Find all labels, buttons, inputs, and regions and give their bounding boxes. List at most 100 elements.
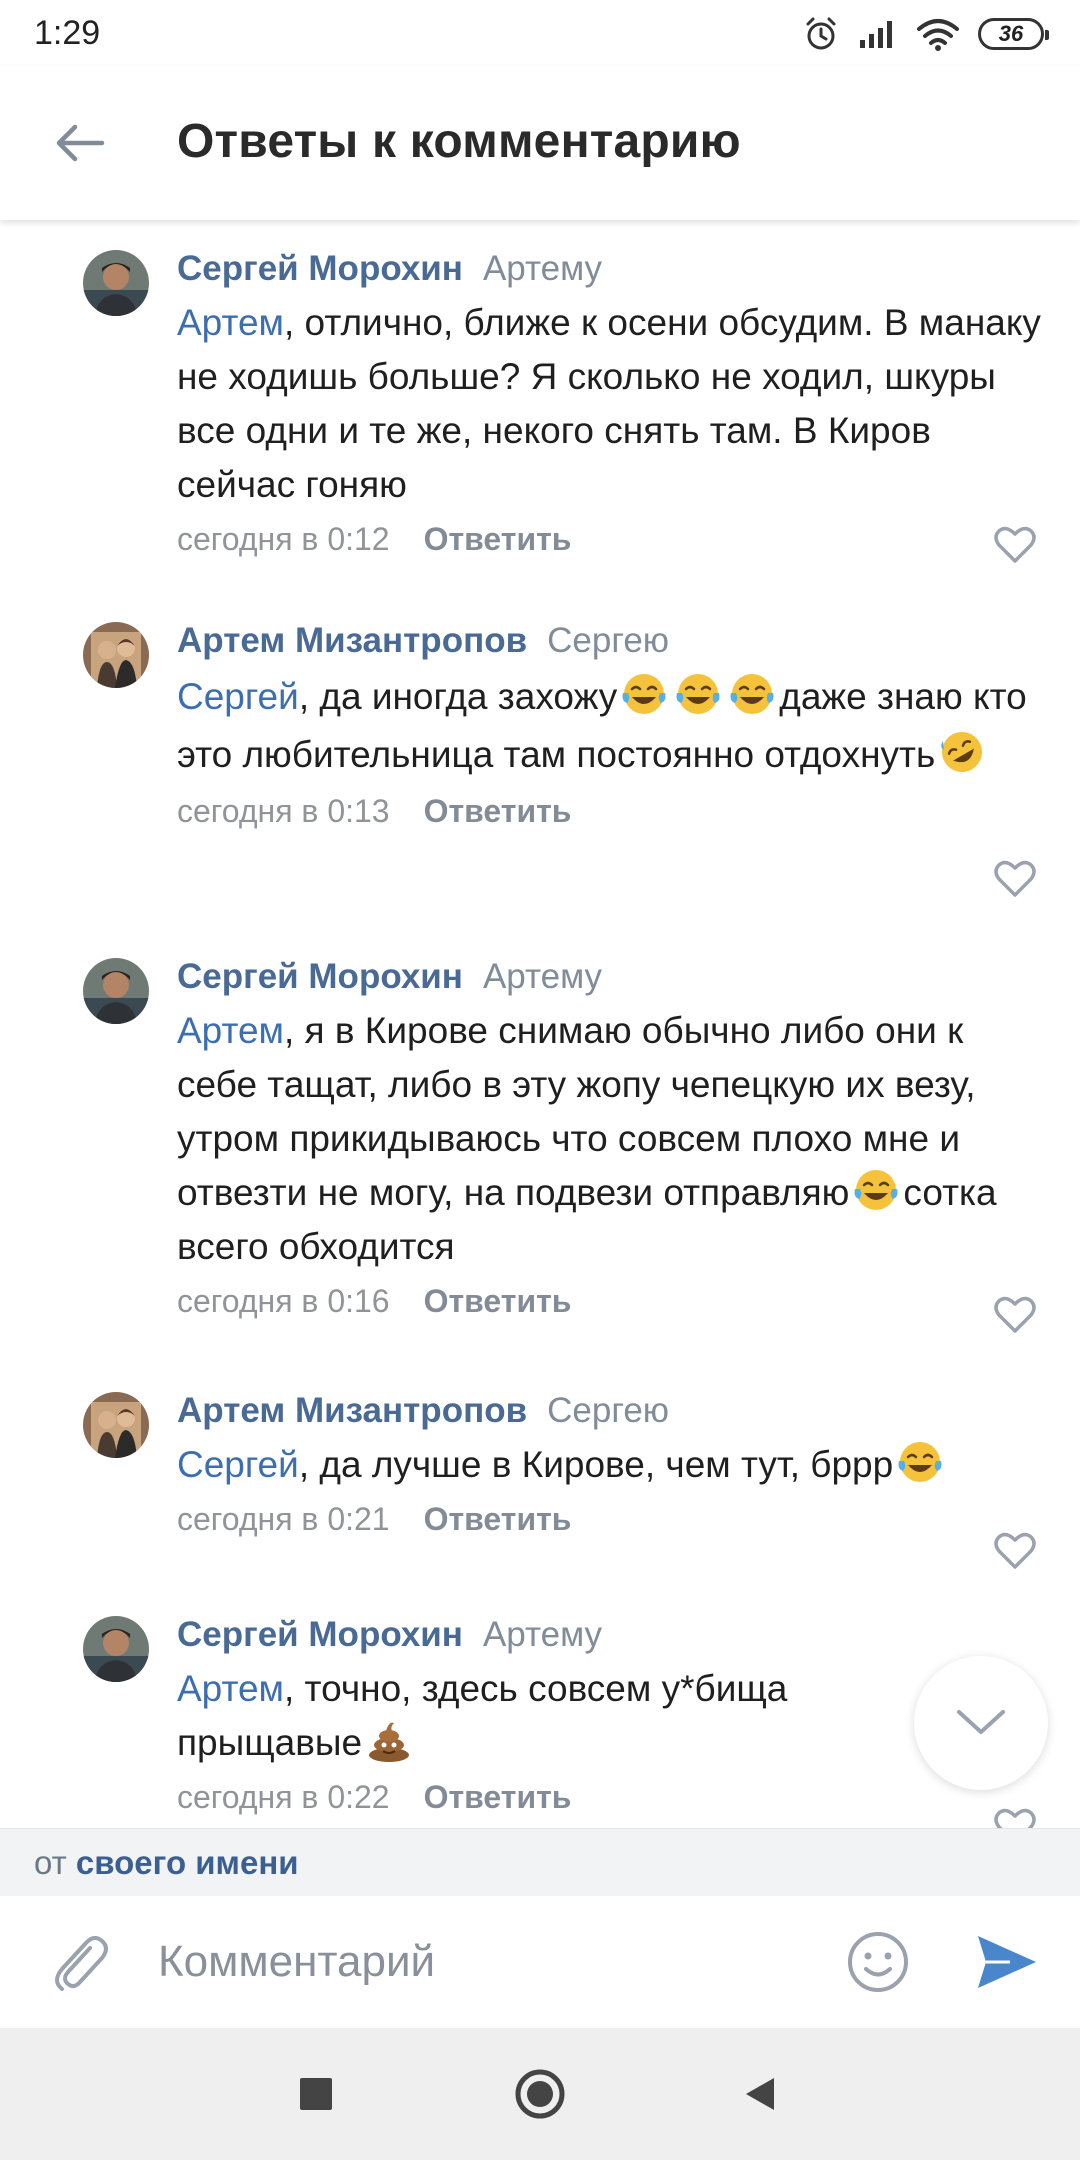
reply-to-name[interactable]: Артему <box>483 1615 602 1654</box>
comment-composer <box>0 1896 1080 2028</box>
tears-of-joy-emoji <box>730 674 774 714</box>
heart-icon[interactable] <box>994 860 1036 898</box>
reply-button[interactable]: Ответить <box>424 1283 572 1319</box>
wifi-icon <box>917 19 959 51</box>
mention-link[interactable]: Сергей <box>177 676 299 717</box>
comment-item: Артем Мизантропов Сергею Сергей, да иногд… <box>0 592 1080 914</box>
tears-of-joy-emoji <box>898 1442 942 1482</box>
post-as-bar: от своего имени <box>0 1828 1080 1896</box>
comment-author[interactable]: Сергей Морохин <box>177 249 463 288</box>
avatar[interactable] <box>83 622 149 688</box>
rolling-laughing-emoji <box>941 732 983 772</box>
reply-button[interactable]: Ответить <box>424 1501 572 1537</box>
heart-icon[interactable] <box>994 1296 1036 1334</box>
back-nav-button[interactable] <box>730 2064 790 2124</box>
comment-body: Артем Мизантропов Сергею Сергей, да лучше… <box>177 1386 1047 1544</box>
comment-meta: сегодня в 0:13 Ответить <box>177 786 1047 836</box>
comment-text: Артем, отлично, ближе к осени обсудим. В… <box>177 296 1047 512</box>
comment-header: Артем Мизантропов Сергею <box>177 616 1047 666</box>
comment-text: Артем, я в Кирове снимаю обычно либо они… <box>177 1004 1047 1274</box>
reply-to-name[interactable]: Артему <box>483 249 602 288</box>
comment-text-part: , да лучше в Кирове, чем тут, бррр <box>298 1444 894 1485</box>
comment-meta: сегодня в 0:21 Ответить <box>177 1494 1047 1544</box>
comment-body: Сергей Морохин Артему Артем, отлично, бли… <box>177 244 1047 564</box>
home-button[interactable] <box>510 2064 570 2124</box>
poop-emoji <box>369 1722 410 1762</box>
mention-link[interactable]: Артем <box>177 1010 284 1051</box>
comment-input[interactable] <box>158 1926 798 1998</box>
reply-button[interactable]: Ответить <box>424 521 572 557</box>
comment-meta: сегодня в 0:12 Ответить <box>177 514 1047 564</box>
avatar-sergey-image <box>83 1616 149 1682</box>
comment-header: Сергей Морохин Артему <box>177 1610 1047 1660</box>
comment-body: Артем Мизантропов Сергею Сергей, да иногд… <box>177 616 1047 836</box>
comment-author[interactable]: Сергей Морохин <box>177 1615 463 1654</box>
comment-author[interactable]: Артем Мизантропов <box>177 1391 527 1430</box>
smiley-icon[interactable] <box>842 1926 914 1998</box>
page-title: Ответы к комментарию <box>177 115 741 168</box>
comment-text: Сергей, да иногда захожу даже знаю кто эт… <box>177 668 1047 784</box>
comment-header: Артем Мизантропов Сергею <box>177 1386 1047 1436</box>
mention-link[interactable]: Сергей <box>177 1444 299 1485</box>
avatar[interactable] <box>83 250 149 316</box>
home-circle-icon <box>515 2069 565 2119</box>
tears-of-joy-emoji <box>676 674 720 714</box>
avatar-sergey-image <box>83 958 149 1024</box>
comment-timestamp: сегодня в 0:13 <box>177 793 390 829</box>
arrow-left-icon <box>56 124 105 162</box>
comment-text: Сергей, да лучше в Кирове, чем тут, бррр <box>177 1438 1047 1492</box>
back-button[interactable] <box>46 110 112 176</box>
system-nav-bar <box>0 2028 1080 2160</box>
heart-icon[interactable] <box>994 1808 1036 1828</box>
reply-to-name[interactable]: Сергею <box>547 1391 669 1430</box>
reply-button[interactable]: Ответить <box>424 793 572 829</box>
comment-author[interactable]: Сергей Морохин <box>177 957 463 996</box>
comment-header: Сергей Морохин Артему <box>177 952 1047 1002</box>
comment-item: Сергей Морохин Артему Артем, отлично, бли… <box>0 220 1080 578</box>
square-icon <box>300 2078 332 2110</box>
status-icons: 36 <box>802 14 1049 54</box>
comment-author[interactable]: Артем Мизантропов <box>177 621 527 660</box>
post-as-prefix: от <box>34 1844 67 1881</box>
comment-meta: сегодня в 0:22 Ответить <box>177 1772 1047 1822</box>
reply-to-name[interactable]: Сергею <box>547 621 669 660</box>
avatar[interactable] <box>83 958 149 1024</box>
tears-of-joy-emoji <box>622 674 666 714</box>
heart-icon[interactable] <box>994 1532 1036 1570</box>
avatar-artem-image <box>83 1392 149 1458</box>
comment-timestamp: сегодня в 0:12 <box>177 521 390 557</box>
triangle-back-icon <box>746 2078 774 2110</box>
mention-link[interactable]: Артем <box>177 1668 284 1709</box>
battery-indicator: 36 <box>978 18 1049 50</box>
alarm-icon <box>806 17 836 50</box>
comment-item: Артем Мизантропов Сергею Сергей, да лучше… <box>0 1362 1080 1572</box>
avatar[interactable] <box>83 1392 149 1458</box>
comment-text-part: , отлично, ближе к осени обсудим. В мана… <box>177 302 1041 505</box>
comment-text-part: , да иногда захожу <box>298 676 618 717</box>
send-icon[interactable] <box>970 1926 1042 1998</box>
reply-to-name[interactable]: Артему <box>483 957 602 996</box>
comment-text: Артем, точно, здесь совсем у*бища прыщав… <box>177 1662 877 1770</box>
avatar[interactable] <box>83 1616 149 1682</box>
avatar-artem-image <box>83 622 149 688</box>
comments-list[interactable]: Сергей Морохин Артему Артем, отлично, бли… <box>0 220 1080 1828</box>
recent-apps-button[interactable] <box>286 2064 346 2124</box>
comment-header: Сергей Морохин Артему <box>177 244 1047 294</box>
paperclip-icon[interactable] <box>44 1926 116 1998</box>
comment-body: Сергей Морохин Артему Артем, я в Кирове с… <box>177 952 1047 1326</box>
scroll-down-button[interactable] <box>914 1656 1048 1790</box>
comment-timestamp: сегодня в 0:22 <box>177 1779 390 1815</box>
status-bar: 1:29 36 <box>0 0 1080 66</box>
post-as-selector[interactable]: своего имени <box>76 1844 299 1881</box>
avatar-sergey-image <box>83 250 149 316</box>
heart-icon[interactable] <box>994 526 1036 564</box>
tears-of-joy-emoji <box>854 1170 898 1210</box>
app-header: Ответы к комментарию <box>0 66 1080 220</box>
comment-item: Сергей Морохин Артему Артем, я в Кирове с… <box>0 928 1080 1348</box>
battery-level: 36 <box>998 21 1024 46</box>
chevron-down-icon <box>957 1710 1005 1734</box>
mention-link[interactable]: Артем <box>177 302 284 343</box>
comment-meta: сегодня в 0:16 Ответить <box>177 1276 1047 1326</box>
comment-timestamp: сегодня в 0:21 <box>177 1501 390 1537</box>
reply-button[interactable]: Ответить <box>424 1779 572 1815</box>
